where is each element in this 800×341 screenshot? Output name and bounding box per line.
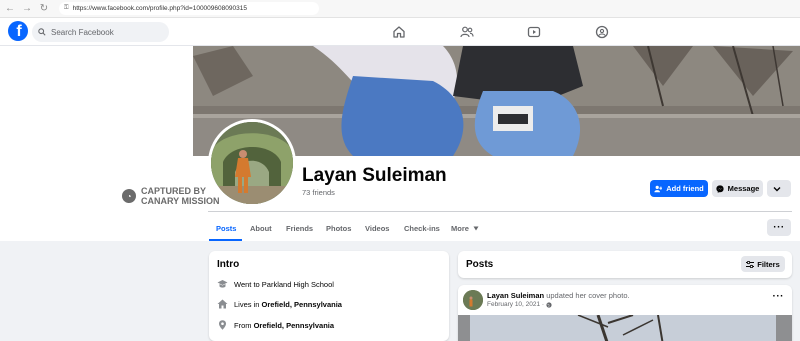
search-placeholder: Search Facebook xyxy=(51,27,114,37)
post-date-text[interactable]: February 10, 2021 · xyxy=(487,301,544,308)
posts-header-card: Posts Filters xyxy=(458,251,792,278)
url-text: https://www.facebook.com/profile.php?id=… xyxy=(72,5,247,12)
tab-photos[interactable]: Photos xyxy=(326,224,351,233)
filters-label: Filters xyxy=(757,259,780,269)
post-card: Layan Suleiman updated her cover photo. … xyxy=(458,285,792,341)
chevron-down-icon xyxy=(773,186,781,191)
tab-friends[interactable]: Friends xyxy=(286,224,313,233)
more-options-button[interactable]: ··· xyxy=(767,219,791,236)
graduation-cap-icon xyxy=(217,280,228,288)
friends-nav-icon[interactable] xyxy=(460,25,474,39)
profile-name: Layan Suleiman xyxy=(302,165,447,186)
tab-more[interactable]: More xyxy=(451,224,479,233)
filters-icon xyxy=(746,260,755,268)
intro-from-place[interactable]: Orefield, Pennsylvania xyxy=(254,321,334,330)
post-date: February 10, 2021 · xyxy=(487,301,552,308)
intro-card: Intro Went to Parkland High School Lives… xyxy=(209,251,449,341)
intro-from-prefix: From xyxy=(234,320,254,330)
intro-item-lives-in: Lives in Orefield, Pennsylvania xyxy=(217,299,342,309)
add-friend-icon xyxy=(654,185,663,192)
intro-item-from: From Orefield, Pennsylvania xyxy=(217,320,334,330)
home-icon xyxy=(217,299,228,309)
intro-lives-in-prefix: Lives in xyxy=(234,299,262,309)
tab-videos[interactable]: Videos xyxy=(365,224,389,233)
post-options-icon[interactable]: ··· xyxy=(773,291,785,302)
active-tab-indicator xyxy=(209,239,242,241)
profile-picture[interactable] xyxy=(208,119,296,207)
caret-down-icon xyxy=(473,226,479,231)
location-pin-icon xyxy=(219,320,226,330)
facebook-logo-icon[interactable]: f xyxy=(8,21,28,41)
messenger-icon xyxy=(716,184,724,193)
groups-nav-icon[interactable] xyxy=(595,25,609,39)
tab-about[interactable]: About xyxy=(250,224,272,233)
video-nav-icon[interactable] xyxy=(527,25,541,39)
site-info-icon[interactable]: ⚿ xyxy=(64,5,69,12)
message-button[interactable]: Message xyxy=(712,180,763,197)
intro-title: Intro xyxy=(217,259,240,270)
profile-picture-image xyxy=(211,122,293,204)
add-friend-label: Add friend xyxy=(666,184,704,193)
add-friend-button[interactable]: Add friend xyxy=(650,180,708,197)
tab-more-label: More xyxy=(451,224,469,233)
home-nav-icon[interactable] xyxy=(392,25,406,39)
post-author-avatar[interactable] xyxy=(463,290,483,310)
intro-lives-in-place[interactable]: Orefield, Pennsylvania xyxy=(262,300,342,309)
watermark-line-2: CANARY MISSION xyxy=(141,196,220,206)
post-photo[interactable] xyxy=(458,315,792,341)
reload-icon[interactable]: ↻ xyxy=(37,2,51,16)
post-header: Layan Suleiman updated her cover photo. xyxy=(487,291,630,300)
tab-check-ins[interactable]: Check-ins xyxy=(404,224,440,233)
search-icon xyxy=(38,28,46,36)
public-globe-icon xyxy=(546,301,552,308)
search-input[interactable]: Search Facebook xyxy=(32,22,169,42)
facebook-header: f Search Facebook xyxy=(0,18,800,46)
canary-mission-watermark: ◔ CAPTURED BY CANARY MISSION xyxy=(122,186,220,206)
friends-count[interactable]: 73 friends xyxy=(302,188,335,197)
post-author-name[interactable]: Layan Suleiman xyxy=(487,291,544,300)
post-action-text: updated her cover photo. xyxy=(546,291,630,300)
intro-education-text: Went to Parkland High School xyxy=(234,279,334,289)
forward-arrow-icon[interactable]: → xyxy=(20,2,34,16)
filters-button[interactable]: Filters xyxy=(741,256,785,272)
browser-toolbar: ← → ↻ ⚿ https://www.facebook.com/profile… xyxy=(0,0,800,18)
more-dots-icon: ··· xyxy=(773,222,785,233)
tab-posts[interactable]: Posts xyxy=(216,224,236,233)
tabs-divider xyxy=(208,211,792,212)
post-photo-image xyxy=(458,315,792,341)
intro-item-education: Went to Parkland High School xyxy=(217,279,334,289)
back-arrow-icon[interactable]: ← xyxy=(3,2,17,16)
profile-options-dropdown[interactable] xyxy=(767,180,791,197)
posts-title: Posts xyxy=(466,259,494,270)
watermark-line-1: CAPTURED BY xyxy=(141,186,207,196)
post-avatar-image xyxy=(463,290,483,310)
canary-mission-logo-icon: ◔ xyxy=(122,189,136,203)
message-label: Message xyxy=(727,184,760,193)
address-bar[interactable]: ⚿ https://www.facebook.com/profile.php?i… xyxy=(59,2,319,15)
